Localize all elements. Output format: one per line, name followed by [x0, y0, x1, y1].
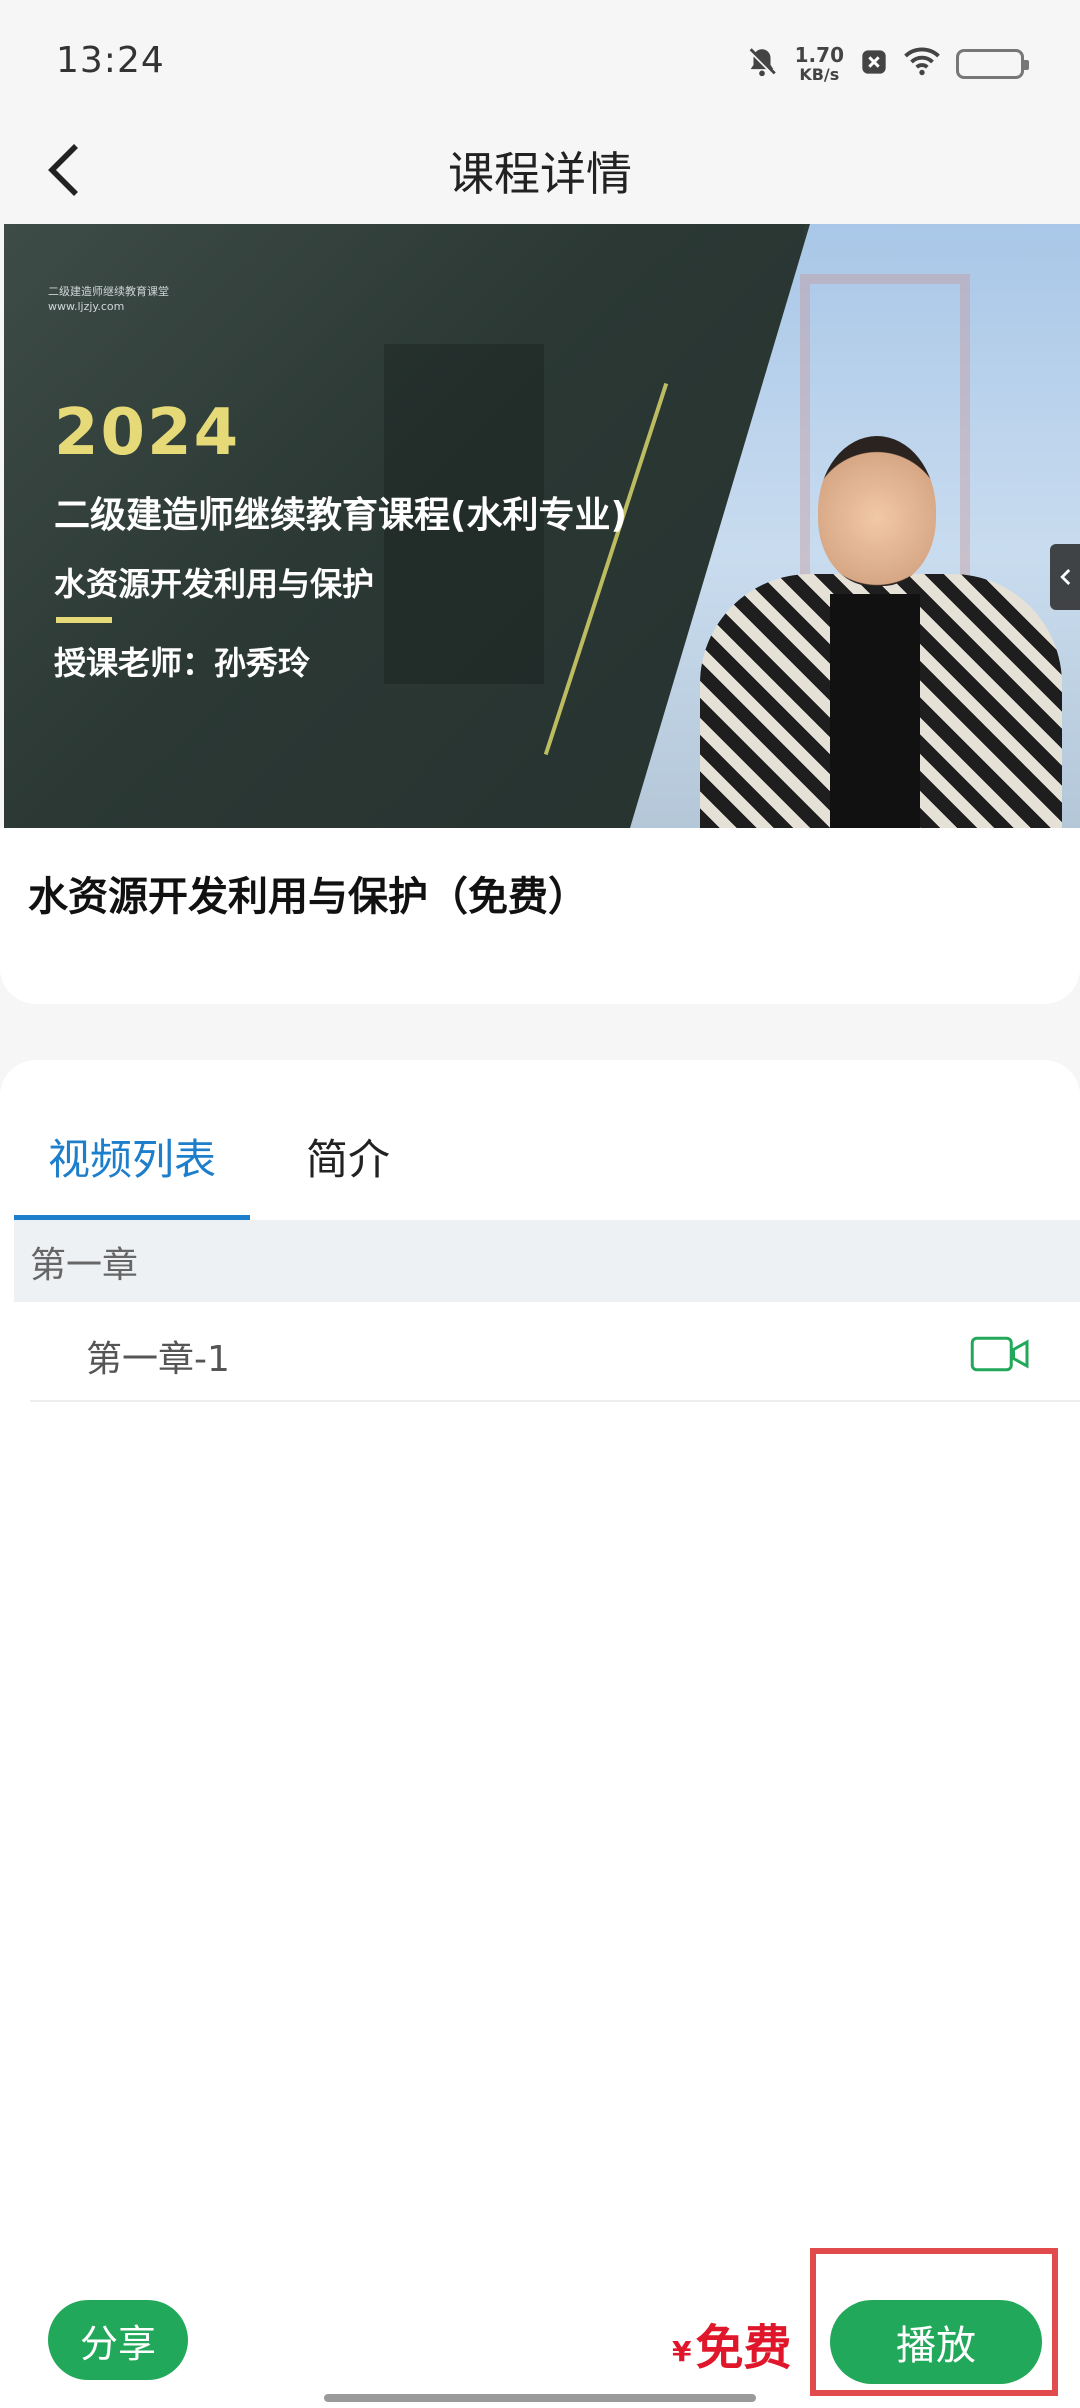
status-bar: 13:24 1.70 KB/s	[0, 0, 1080, 120]
price-value: 免费	[695, 2320, 792, 2376]
home-indicator[interactable]	[324, 2394, 756, 2402]
network-speed-unit: KB/s	[799, 65, 840, 84]
video-year: 2024	[54, 396, 241, 470]
network-speed: 1.70 KB/s	[795, 45, 844, 83]
tab-video-list[interactable]: 视频列表	[14, 1120, 250, 1220]
price: ¥ 免费	[672, 2308, 792, 2378]
play-button[interactable]: 播放	[830, 2300, 1042, 2384]
tab-intro[interactable]: 简介	[306, 1120, 390, 1220]
chapter-title: 第一章	[30, 1245, 139, 1286]
content-card: 视频列表 简介 第一章 第一章-1	[0, 1060, 1080, 2408]
page-title: 课程详情	[448, 147, 632, 201]
share-button[interactable]: 分享	[48, 2300, 188, 2380]
video-subject: 水资源开发利用与保护	[54, 565, 375, 603]
close-box-icon	[860, 48, 888, 80]
app-header: 课程详情	[0, 120, 1080, 224]
video-course-name: 二级建造师继续教育课程(水利专业)	[54, 495, 627, 536]
side-panel-toggle[interactable]	[1050, 544, 1080, 610]
price-symbol: ¥	[672, 2335, 692, 2368]
wifi-icon	[904, 47, 940, 81]
course-title: 水资源开发利用与保护（免费）	[28, 874, 588, 920]
lecturer-image	[700, 424, 1080, 828]
status-icons: 1.70 KB/s	[745, 40, 1029, 88]
play-highlight: 播放	[810, 2248, 1058, 2396]
course-title-card: 水资源开发利用与保护（免费）	[0, 828, 1080, 1004]
mute-bell-icon	[745, 45, 779, 83]
course-detail-page: 13:24 1.70 KB/s 课程详情 二级建造师继续教育课堂 www.ljz…	[0, 0, 1080, 2408]
network-speed-value: 1.70	[794, 43, 844, 67]
video-watermark: 二级建造师继续教育课堂 www.ljzjy.com	[48, 285, 169, 313]
video-player[interactable]: 二级建造师继续教育课堂 www.ljzjy.com 2024 二级建造师继续教育…	[4, 224, 1080, 828]
video-teacher: 授课老师：孙秀玲	[54, 644, 311, 682]
chapter-header[interactable]: 第一章	[14, 1220, 1080, 1302]
lesson-title: 第一章-1	[86, 1339, 230, 1380]
tab-bar: 视频列表 简介	[0, 1120, 1080, 1220]
status-time: 13:24	[56, 40, 165, 81]
lesson-item[interactable]: 第一章-1	[30, 1302, 1080, 1402]
chevron-left-small-icon	[1060, 569, 1071, 585]
battery-icon	[956, 49, 1029, 79]
video-camera-icon	[970, 1336, 1029, 1372]
